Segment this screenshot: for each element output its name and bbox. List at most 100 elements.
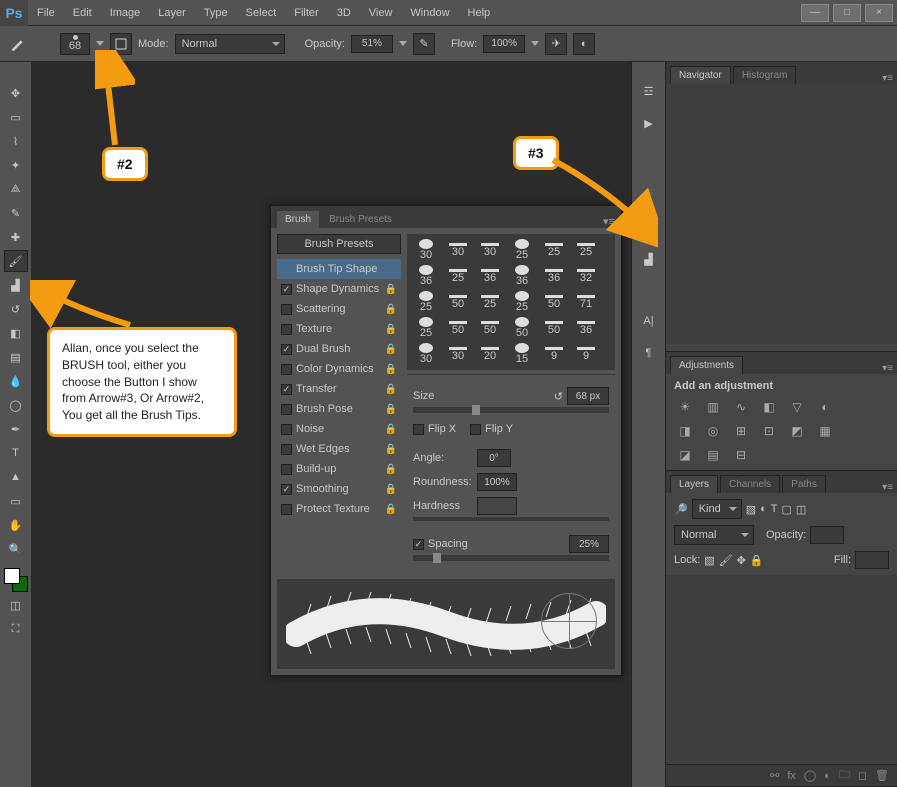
panel-menu-icon[interactable]: ▾≡ [882,73,893,84]
panel-menu-icon[interactable]: ▾≡ [882,482,893,493]
menu-type[interactable]: Type [195,0,237,26]
menu-filter[interactable]: Filter [285,0,327,26]
brightness-icon[interactable]: ☀ [674,398,696,416]
character-panel-icon[interactable]: A| [638,310,660,332]
brush-tip[interactable]: 30 [411,238,441,262]
tab-channels[interactable]: Channels [720,475,780,493]
brush-tip[interactable]: 25 [443,264,473,288]
brush-tip[interactable]: 50 [539,316,569,340]
spacing-slider[interactable] [413,555,609,561]
screenmode-button[interactable]: ⛶ [4,618,28,640]
brush-option-shape-dynamics[interactable]: ✓Shape Dynamics🔒 [277,279,401,299]
flipx-checkbox[interactable] [413,424,424,435]
quickmask-button[interactable]: ◫ [4,594,28,616]
brush-tip[interactable]: 25 [507,238,537,262]
lock-icon[interactable]: 🔒 [385,484,397,495]
threshold-icon[interactable]: ◪ [674,446,696,464]
lock-icon[interactable]: 🔒 [385,504,397,515]
tab-navigator[interactable]: Navigator [670,66,731,84]
lock-icon[interactable]: 🔒 [385,284,397,295]
brush-tip[interactable]: 30 [443,238,473,262]
checkbox[interactable]: ✓ [281,484,292,495]
curves-icon[interactable]: ∿ [730,398,752,416]
fx-icon[interactable]: fx [787,770,796,782]
brush-option-protect-texture[interactable]: Protect Texture🔒 [277,499,401,519]
lock-all-icon[interactable]: 🔒 [750,554,764,567]
lock-icon[interactable]: 🔒 [385,344,397,355]
foreground-color[interactable] [4,568,20,584]
airbrush-button[interactable]: ✈ [545,33,567,55]
brush-preset-dropdown-icon[interactable] [96,41,104,46]
brush-tip[interactable]: 25 [539,238,569,262]
lock-icon[interactable]: 🔒 [385,304,397,315]
brush-tip[interactable]: 25 [507,290,537,314]
move-tool[interactable]: ✥ [4,82,28,104]
checkbox[interactable] [281,444,292,455]
path-select-tool[interactable]: ▲ [4,466,28,488]
menu-3d[interactable]: 3D [328,0,360,26]
checkbox[interactable] [281,304,292,315]
filter-kind-dropdown[interactable]: Kind [692,499,742,519]
brush-panel-toggle[interactable] [110,33,132,55]
panel-menu-icon[interactable]: ▾≡ [882,363,893,374]
link-layers-icon[interactable]: ⚯ [770,769,779,782]
brush-tip[interactable]: 71 [571,290,601,314]
brush-option-transfer[interactable]: ✓Transfer🔒 [277,379,401,399]
brush-tip[interactable]: 36 [507,264,537,288]
lasso-tool[interactable]: ⌇ [4,130,28,152]
brush-option-wet-edges[interactable]: Wet Edges🔒 [277,439,401,459]
hue-icon[interactable]: ◐ [814,398,836,416]
gradient-map-icon[interactable]: ▤ [702,446,724,464]
healing-tool[interactable]: ✚ [4,226,28,248]
brush-option-smoothing[interactable]: ✓Smoothing🔒 [277,479,401,499]
filter-adjust-icon[interactable]: ◐ [760,503,767,515]
brush-option-build-up[interactable]: Build-up🔒 [277,459,401,479]
selective-color-icon[interactable]: ⊟ [730,446,752,464]
eraser-tool[interactable]: ◧ [4,322,28,344]
invert-icon[interactable]: ◩ [786,422,808,440]
lock-icon[interactable]: 🔒 [385,324,397,335]
new-layer-icon[interactable]: ◻ [858,769,867,782]
lock-position-icon[interactable]: ✥ [737,554,746,567]
pressure-opacity-button[interactable]: ✎ [413,33,435,55]
tab-layers[interactable]: Layers [670,475,718,493]
panel-menu-icon[interactable]: ▾≡ [603,215,615,228]
opacity-field[interactable]: 51% [351,35,393,53]
crop-tool[interactable]: ⟁ [4,178,28,200]
color-lookup-icon[interactable]: ⊡ [758,422,780,440]
menu-help[interactable]: Help [459,0,500,26]
menu-select[interactable]: Select [237,0,286,26]
brush-option-color-dynamics[interactable]: Color Dynamics🔒 [277,359,401,379]
filter-pixel-icon[interactable]: ▧ [746,503,756,516]
magic-wand-tool[interactable]: ✦ [4,154,28,176]
brush-presets-button[interactable]: Brush Presets [277,234,401,254]
checkbox[interactable] [281,464,292,475]
tab-histogram[interactable]: Histogram [733,66,797,84]
fill-field[interactable] [855,551,889,569]
brush-tip[interactable]: 36 [475,264,505,288]
tab-paths[interactable]: Paths [782,475,826,493]
roundness-field[interactable]: 100% [477,473,517,491]
size-field[interactable]: 68 px [567,387,609,405]
lock-icon[interactable]: 🔒 [385,384,397,395]
exposure-icon[interactable]: ◧ [758,398,780,416]
brush-tip[interactable]: 25 [475,290,505,314]
flipy-checkbox[interactable] [470,424,481,435]
brush-tip[interactable]: 36 [411,264,441,288]
type-tool[interactable]: T [4,442,28,464]
lock-icon[interactable]: 🔒 [385,444,397,455]
vibrance-icon[interactable]: ▽ [786,398,808,416]
color-swatches[interactable] [4,568,28,592]
brush-option-brush-pose[interactable]: Brush Pose🔒 [277,399,401,419]
brush-tip[interactable]: 32 [571,264,601,288]
bw-icon[interactable]: ◨ [674,422,696,440]
brush-tip[interactable]: 9 [571,342,601,366]
posterize-icon[interactable]: ▦ [814,422,836,440]
brush-presets-icon[interactable]: 🖌 [638,216,660,238]
eyedropper-tool[interactable]: ✎ [4,202,28,224]
brush-tip[interactable]: 30 [475,238,505,262]
brush-tip[interactable]: 50 [443,290,473,314]
menu-edit[interactable]: Edit [64,0,101,26]
properties-panel-icon[interactable]: ☄ [638,184,660,206]
menu-window[interactable]: Window [401,0,458,26]
